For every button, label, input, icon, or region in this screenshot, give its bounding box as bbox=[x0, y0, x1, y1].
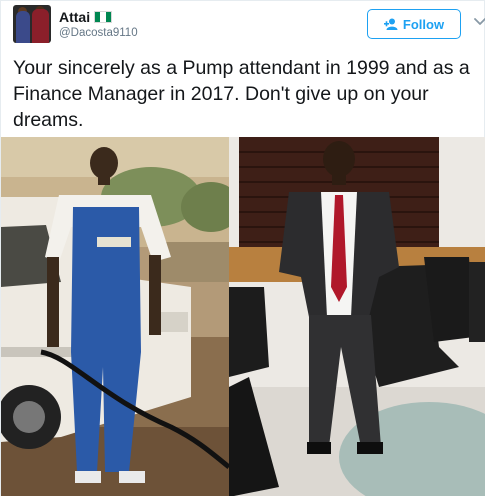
tweet-text: Your sincerely as a Pump attendant in 19… bbox=[13, 57, 470, 131]
pump-attendant-photo[interactable] bbox=[1, 137, 229, 496]
finance-manager-photo[interactable] bbox=[229, 137, 485, 496]
tweet-media bbox=[1, 137, 485, 496]
author-name-row[interactable]: Attai bbox=[59, 9, 113, 25]
tweet-card: Attai @Dacosta9110 Follow Your sincerely… bbox=[0, 0, 485, 496]
tweet-header: Attai @Dacosta9110 Follow bbox=[13, 5, 485, 45]
user-handle[interactable]: @Dacosta9110 bbox=[59, 27, 138, 39]
chevron-down-icon[interactable] bbox=[472, 15, 485, 29]
follow-button-label: Follow bbox=[402, 16, 445, 32]
add-user-icon bbox=[383, 18, 398, 30]
follow-button[interactable]: Follow bbox=[367, 9, 461, 39]
avatar[interactable] bbox=[13, 5, 51, 43]
nigeria-flag-icon bbox=[94, 11, 113, 23]
display-name[interactable]: Attai bbox=[59, 9, 90, 25]
